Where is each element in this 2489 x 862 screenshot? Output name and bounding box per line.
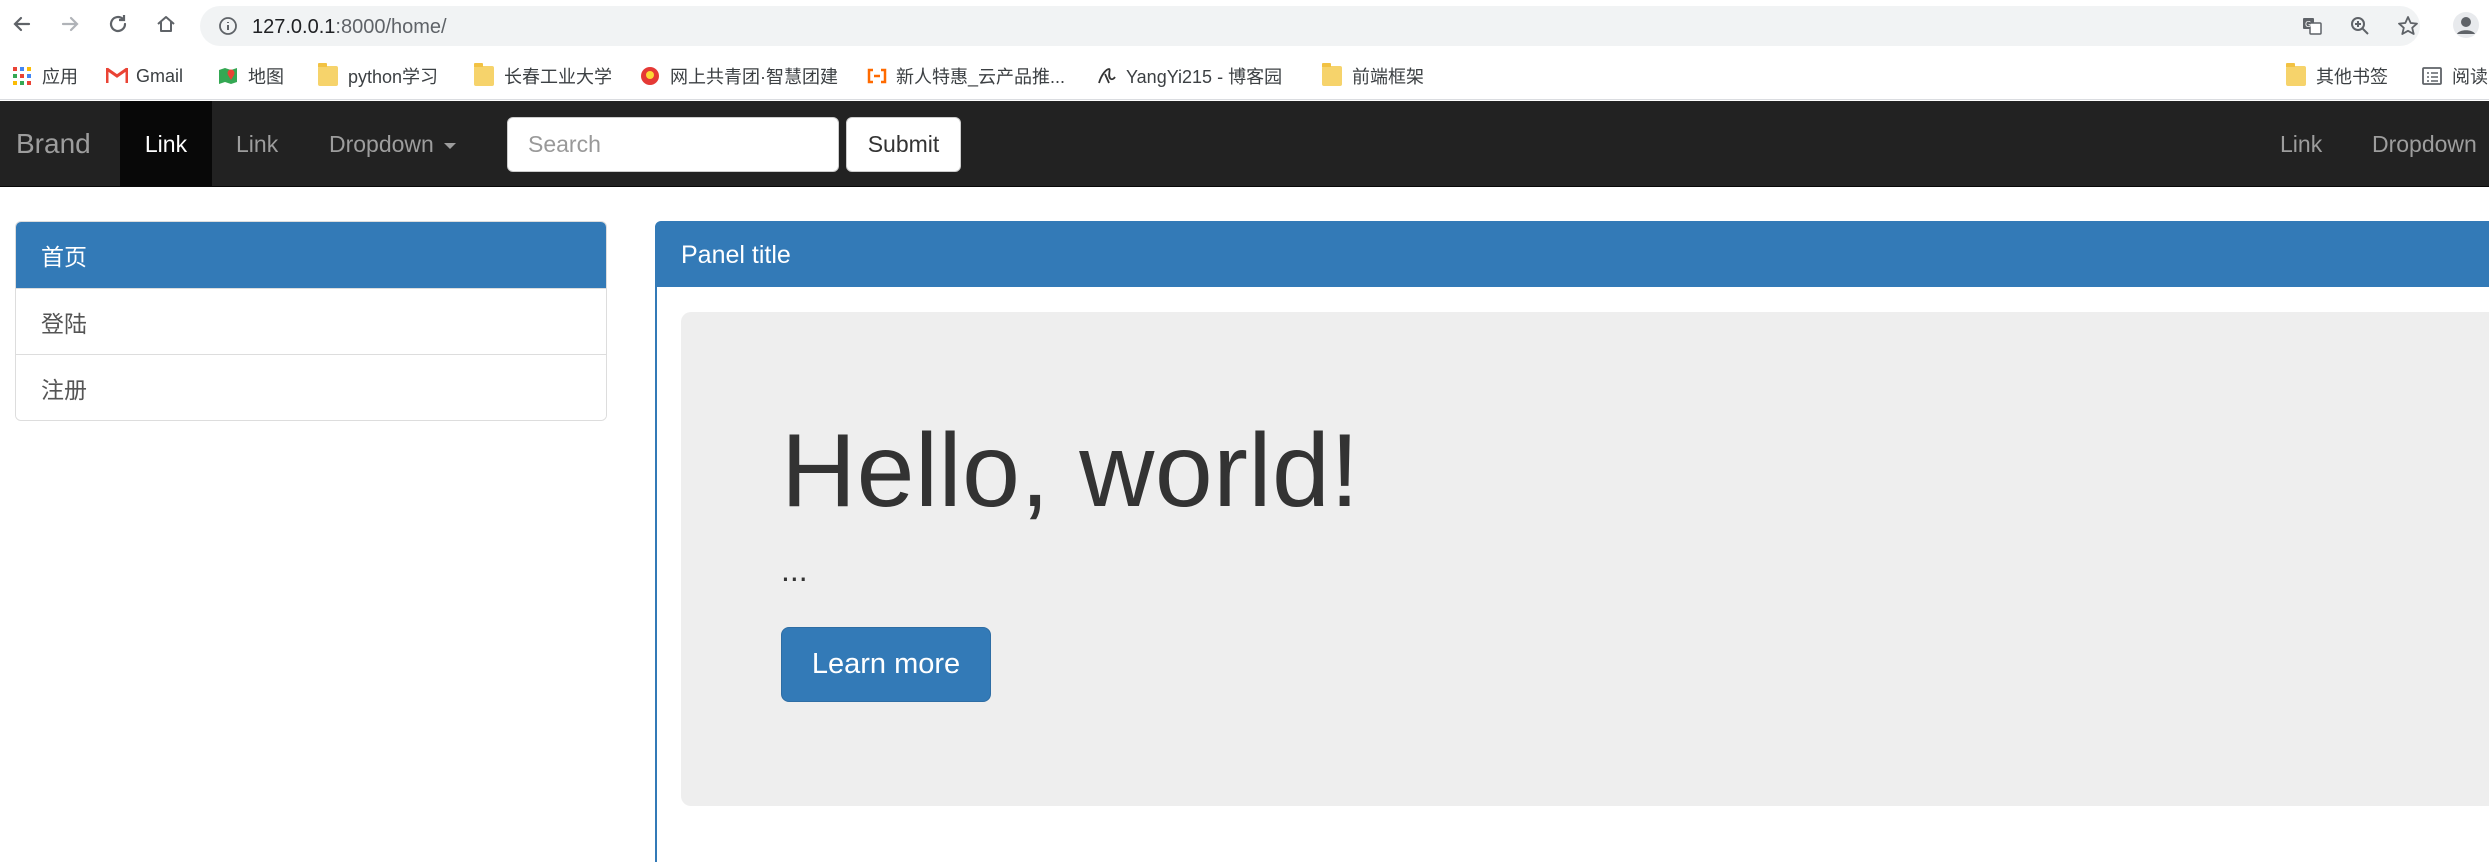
folder-icon — [318, 63, 338, 86]
apps-grid-icon — [12, 66, 32, 86]
jumbotron: Hello, world! ... Learn more — [681, 312, 2489, 806]
sidebar-item-register[interactable]: 注册 — [16, 354, 606, 420]
bookmark-python[interactable]: python学习 — [318, 62, 438, 90]
submit-label: Submit — [867, 131, 940, 157]
bookmark-cnblogs[interactable]: YangYi215 - 博客园 — [1096, 62, 1282, 90]
gmail-icon — [105, 66, 129, 86]
bookmarks-bar: 应用 Gmail 地图 python学习 长春工业大学 网上共青团·智慧团建 新… — [0, 52, 2489, 100]
maps-icon — [218, 66, 238, 86]
sidebar-item-label: 登陆 — [41, 310, 87, 337]
bookmark-other[interactable]: 其他书签 — [2286, 62, 2388, 90]
nav-link-label: Dropdown — [2372, 130, 2477, 157]
navbar-brand[interactable]: Brand — [16, 128, 91, 160]
bookmark-youth-league[interactable]: 网上共青团·智慧团建 — [640, 62, 838, 90]
nav-link-label: Dropdown — [329, 130, 434, 157]
bookmark-label: 前端框架 — [1352, 67, 1424, 87]
folder-icon — [474, 63, 494, 86]
nav-link-label: Link — [236, 130, 279, 157]
folder-icon — [2286, 63, 2306, 86]
bookmark-label: 新人特惠_云产品推... — [896, 67, 1066, 87]
bookmark-label: 长春工业大学 — [504, 67, 612, 87]
svg-text:G: G — [2305, 20, 2311, 29]
url-text[interactable]: 127.0.0.1:8000/home/ — [252, 16, 447, 39]
panel-title: Panel title — [681, 240, 791, 269]
bookmark-frontend[interactable]: 前端框架 — [1322, 62, 1424, 90]
bookmark-gmail[interactable]: Gmail — [105, 62, 184, 90]
reading-list-icon — [2422, 66, 2442, 86]
sidebar-item-home[interactable]: 首页 — [16, 222, 606, 288]
bookmark-label: 阅读 — [2452, 67, 2488, 87]
learn-more-button[interactable]: Learn more — [781, 627, 991, 702]
sidebar-list: 首页 登陆 注册 — [15, 221, 607, 421]
nav-link-2[interactable]: Link — [212, 101, 302, 187]
bookmark-star-icon[interactable] — [2396, 14, 2420, 38]
sidebar-item-label: 首页 — [41, 244, 87, 270]
search-placeholder: Search — [528, 131, 601, 157]
learn-more-label: Learn more — [811, 648, 961, 680]
home-icon[interactable] — [152, 10, 180, 38]
nav-link-1[interactable]: Link — [120, 101, 212, 187]
main-panel: Panel title Hello, world! ... Learn more — [655, 221, 2489, 862]
nav-link-label: Link — [2280, 130, 2323, 157]
nav-link-label: Link — [144, 130, 188, 157]
youth-league-icon — [640, 66, 660, 86]
nav-right-dropdown[interactable]: Dropdown — [2348, 101, 2489, 187]
submit-button[interactable]: Submit — [846, 117, 961, 172]
profile-avatar-icon[interactable] — [2452, 11, 2480, 39]
bookmark-label: 应用 — [42, 67, 78, 87]
bookmark-label: Gmail — [136, 65, 184, 86]
search-input[interactable]: Search — [507, 117, 839, 172]
aliyun-icon — [866, 66, 887, 86]
translate-icon[interactable]: G — [2300, 14, 2324, 38]
jumbotron-text: ... — [781, 552, 808, 588]
top-navbar: Brand Link Link Dropdown — [0, 101, 2489, 187]
site-info-icon[interactable] — [216, 14, 240, 38]
folder-icon — [1322, 63, 1342, 86]
sidebar-item-login[interactable]: 登陆 — [16, 288, 606, 354]
bookmark-label: 网上共青团·智慧团建 — [670, 67, 838, 87]
reading-list[interactable]: 阅读 — [2422, 62, 2488, 90]
back-icon[interactable] — [8, 10, 36, 38]
reload-icon[interactable] — [104, 10, 132, 38]
bookmark-ccut[interactable]: 长春工业大学 — [474, 62, 612, 90]
bookmark-maps[interactable]: 地图 — [218, 62, 284, 90]
forward-icon[interactable] — [56, 10, 84, 38]
bookmark-aliyun[interactable]: 新人特惠_云产品推... — [866, 62, 1065, 90]
sidebar-item-label: 注册 — [41, 376, 87, 403]
bookmark-label: 其他书签 — [2316, 67, 2388, 87]
panel-heading: Panel title — [657, 223, 2489, 287]
zoom-icon[interactable] — [2348, 14, 2372, 38]
bookmark-label: 地图 — [248, 67, 284, 87]
url-host: 127.0.0.1 — [252, 16, 336, 38]
nav-dropdown[interactable]: Dropdown — [305, 101, 480, 187]
address-bar[interactable]: 127.0.0.1:8000/home/ G — [200, 6, 2420, 46]
cnblogs-icon — [1096, 66, 1116, 86]
caret-down-icon — [443, 143, 456, 149]
jumbotron-heading: Hello, world! — [781, 413, 1360, 529]
nav-right-link[interactable]: Link — [2256, 101, 2346, 187]
bookmark-apps[interactable]: 应用 — [12, 62, 78, 90]
url-path: :8000/home/ — [335, 16, 447, 38]
bookmark-label: python学习 — [348, 67, 439, 87]
bookmark-label: YangYi215 - 博客园 — [1126, 67, 1283, 87]
browser-toolbar: 127.0.0.1:8000/home/ G — [0, 0, 2489, 52]
